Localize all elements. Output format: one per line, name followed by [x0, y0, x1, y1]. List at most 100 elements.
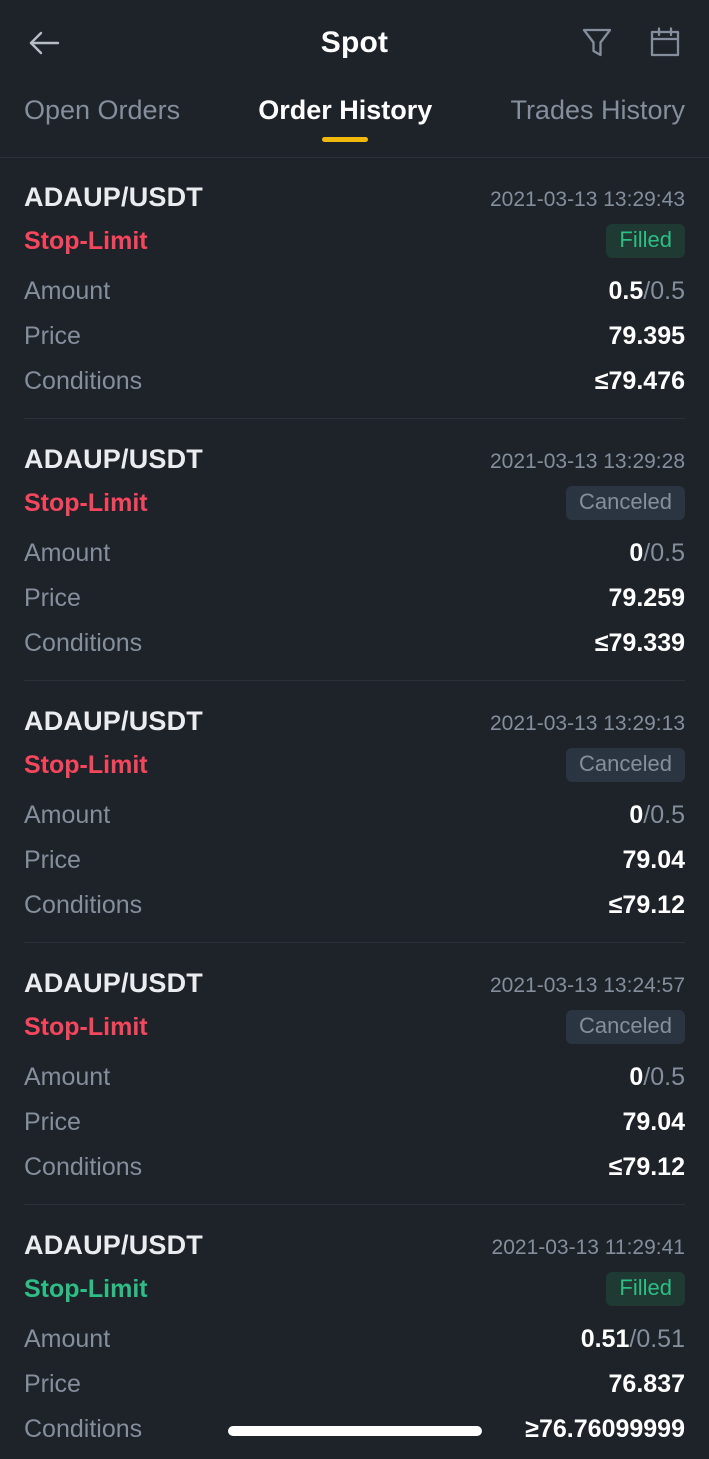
price-value: 79.259 [608, 584, 685, 612]
amount-filled: 0.51 [580, 1325, 630, 1353]
tab-bar: Open Orders Order History Trades History [0, 86, 709, 158]
amount-row: Amount 0/0.5 [24, 1063, 685, 1092]
price-value: 79.04 [622, 1108, 685, 1136]
amount-value: 0.5/0.5 [609, 277, 685, 306]
conditions-value: ≤79.12 [608, 1153, 685, 1181]
order-row-header: ADAUP/USDT 2021-03-13 13:24:57 [24, 968, 685, 999]
order-row-subheader: Stop-Limit Filled [24, 221, 685, 261]
price-value: 76.837 [608, 1370, 685, 1398]
order-row[interactable]: ADAUP/USDT 2021-03-13 13:29:13 Stop-Limit C… [24, 681, 685, 943]
conditions-row: Conditions ≤79.12 [24, 1153, 685, 1182]
price-row: Price 79.04 [24, 846, 685, 875]
amount-row: Amount 0/0.5 [24, 801, 685, 830]
conditions-value: ≤79.12 [608, 891, 685, 919]
order-row-header: ADAUP/USDT 2021-03-13 11:29:41 [24, 1230, 685, 1261]
order-timestamp: 2021-03-13 13:24:57 [490, 974, 685, 997]
order-row-subheader: Stop-Limit Canceled [24, 483, 685, 523]
conditions-row: Conditions ≤79.339 [24, 629, 685, 658]
status-badge: Filled [606, 224, 685, 258]
conditions-label: Conditions [24, 367, 143, 395]
amount-value: 0/0.5 [629, 539, 685, 568]
price-value: 79.04 [622, 846, 685, 874]
order-type: Stop-Limit [24, 226, 148, 255]
conditions-label: Conditions [24, 629, 143, 657]
order-type: Stop-Limit [24, 1274, 148, 1303]
tab-underline [322, 137, 369, 143]
conditions-row: Conditions ≤79.476 [24, 367, 685, 396]
order-row[interactable]: ADAUP/USDT 2021-03-13 11:29:41 Stop-Limit F… [24, 1205, 685, 1459]
status-badge: Canceled [566, 486, 685, 520]
order-pair: ADAUP/USDT [24, 968, 204, 998]
order-type: Stop-Limit [24, 1012, 148, 1041]
home-indicator [227, 1426, 482, 1436]
amount-total: 0.5 [650, 1063, 685, 1091]
tab-label: Open Orders [24, 95, 181, 125]
order-type: Stop-Limit [24, 488, 148, 517]
order-row[interactable]: ADAUP/USDT 2021-03-13 13:24:57 Stop-Limit C… [24, 943, 685, 1205]
conditions-label: Conditions [24, 1153, 143, 1181]
tab-label: Trades History [510, 95, 685, 125]
amount-label: Amount [24, 801, 111, 829]
price-value: 79.395 [608, 322, 685, 350]
order-pair: ADAUP/USDT [24, 1230, 204, 1260]
order-row-subheader: Stop-Limit Canceled [24, 745, 685, 785]
order-timestamp: 2021-03-13 13:29:13 [490, 712, 685, 735]
amount-filled: 0 [629, 801, 644, 829]
arrow-left-icon [29, 31, 60, 55]
filter-funnel-icon [582, 28, 612, 57]
amount-value: 0/0.5 [629, 1063, 685, 1092]
amount-row: Amount 0.5/0.5 [24, 277, 685, 306]
conditions-value: ≤79.339 [594, 629, 685, 657]
price-label: Price [24, 1370, 81, 1398]
status-badge: Canceled [566, 1010, 685, 1044]
price-label: Price [24, 1108, 81, 1136]
order-timestamp: 2021-03-13 13:29:28 [490, 450, 685, 473]
tab-label: Order History [258, 95, 433, 125]
amount-row: Amount 0/0.5 [24, 539, 685, 568]
calendar-button[interactable] [645, 23, 685, 63]
order-history-list[interactable]: ADAUP/USDT 2021-03-13 13:29:43 Stop-Limit F… [0, 158, 709, 1459]
order-pair: ADAUP/USDT [24, 444, 204, 474]
tab-open-orders[interactable]: Open Orders [24, 86, 180, 142]
spot-order-history-screen: Spot Open Orders Order History Trades Hi… [0, 0, 709, 1459]
price-label: Price [24, 584, 81, 612]
order-timestamp: 2021-03-13 11:29:41 [491, 1236, 685, 1259]
order-row-header: ADAUP/USDT 2021-03-13 13:29:28 [24, 444, 685, 475]
order-row-subheader: Stop-Limit Canceled [24, 1007, 685, 1047]
price-row: Price 79.395 [24, 322, 685, 351]
amount-label: Amount [24, 539, 111, 567]
order-timestamp: 2021-03-13 13:29:43 [490, 188, 685, 211]
order-pair: ADAUP/USDT [24, 182, 204, 212]
amount-label: Amount [24, 1063, 111, 1091]
amount-label: Amount [24, 1325, 111, 1353]
amount-total: 0.5 [650, 801, 685, 829]
conditions-value: ≤79.476 [594, 367, 685, 395]
conditions-value: ≥76.76099999 [525, 1415, 685, 1443]
price-row: Price 79.04 [24, 1108, 685, 1137]
amount-total: 0.5 [650, 277, 685, 305]
app-header: Spot [0, 0, 709, 86]
amount-filled: 0 [629, 539, 644, 567]
order-row[interactable]: ADAUP/USDT 2021-03-13 13:29:28 Stop-Limit C… [24, 419, 685, 681]
status-badge: Filled [606, 1272, 685, 1306]
order-pair: ADAUP/USDT [24, 706, 204, 736]
price-row: Price 79.259 [24, 584, 685, 613]
calendar-icon [650, 27, 680, 57]
price-row: Price 76.837 [24, 1370, 685, 1399]
conditions-label: Conditions [24, 1415, 143, 1443]
amount-total: 0.51 [636, 1325, 685, 1353]
amount-value: 0/0.5 [629, 801, 685, 830]
amount-row: Amount 0.51/0.51 [24, 1325, 685, 1354]
amount-label: Amount [24, 277, 111, 305]
back-button[interactable] [18, 17, 70, 69]
status-badge: Canceled [566, 748, 685, 782]
header-actions [577, 23, 685, 63]
conditions-label: Conditions [24, 891, 143, 919]
filter-button[interactable] [577, 23, 617, 63]
order-row[interactable]: ADAUP/USDT 2021-03-13 13:29:43 Stop-Limit F… [24, 158, 685, 419]
conditions-row: Conditions ≤79.12 [24, 891, 685, 920]
tab-trades-history[interactable]: Trades History [510, 86, 685, 142]
amount-total: 0.5 [650, 539, 685, 567]
tab-order-history[interactable]: Order History [258, 86, 433, 143]
amount-filled: 0 [629, 1063, 644, 1091]
